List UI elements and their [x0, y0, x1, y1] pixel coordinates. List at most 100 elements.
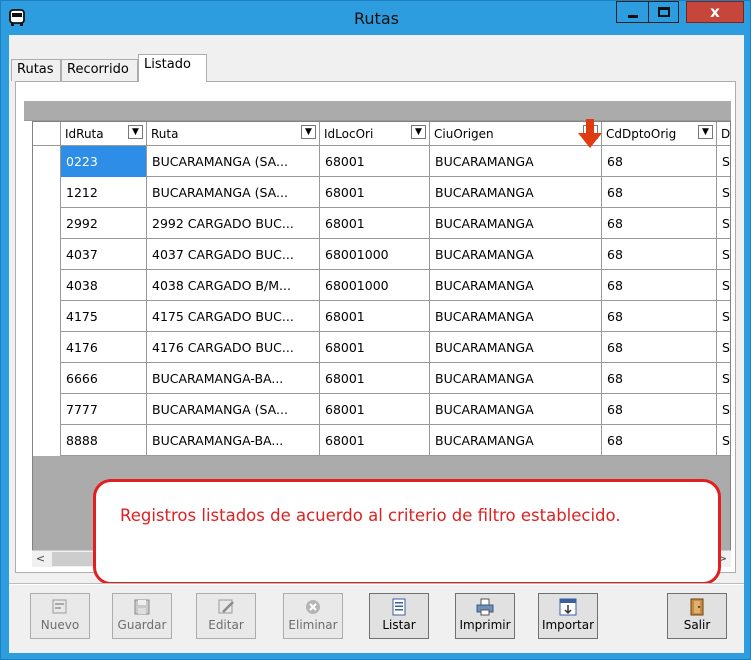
minimize-button[interactable]: [616, 1, 648, 23]
cell-dp[interactable]: SAI: [717, 208, 730, 239]
row-header[interactable]: [33, 332, 61, 363]
cell-ruta[interactable]: BUCARAMANGA (SA...: [147, 146, 320, 177]
editar-button[interactable]: Editar: [196, 593, 256, 639]
cell-dp[interactable]: SAI: [717, 270, 730, 301]
cell-idlocori[interactable]: 68001: [320, 332, 430, 363]
cell-idlocori[interactable]: 68001: [320, 425, 430, 456]
cell-idruta[interactable]: 6666: [61, 363, 147, 394]
tab-listado[interactable]: Listado: [138, 54, 207, 82]
table-row[interactable]: 4037 4037 CARGADO BUC... 68001000 BUCARAMAN…: [33, 239, 730, 270]
cell-dp[interactable]: SAI: [717, 425, 730, 456]
listar-button[interactable]: Listar: [369, 593, 429, 639]
cell-cddptoorig[interactable]: 68: [602, 177, 717, 208]
cell-idlocori[interactable]: 68001: [320, 177, 430, 208]
cell-dp[interactable]: SAI: [717, 146, 730, 177]
row-header[interactable]: [33, 425, 61, 456]
salir-button[interactable]: Salir: [667, 593, 727, 639]
cell-ciuorigen[interactable]: BUCARAMANGA: [430, 239, 602, 270]
table-row[interactable]: 1212 BUCARAMANGA (SA... 68001 BUCARAMANGA 68…: [33, 177, 730, 208]
nuevo-button[interactable]: Nuevo: [30, 593, 90, 639]
chevron-down-icon[interactable]: ▼: [128, 125, 143, 139]
cell-ciuorigen[interactable]: BUCARAMANGA: [430, 177, 602, 208]
cell-idruta[interactable]: 0223: [61, 146, 147, 177]
cell-idruta[interactable]: 4038: [61, 270, 147, 301]
tab-recorrido[interactable]: Recorrido: [61, 59, 138, 81]
maximize-button[interactable]: [648, 1, 679, 23]
column-header-ruta[interactable]: Ruta ▼: [147, 122, 320, 146]
cell-ciuorigen[interactable]: BUCARAMANGA: [430, 425, 602, 456]
cell-idruta[interactable]: 7777: [61, 394, 147, 425]
cell-ruta[interactable]: 4037 CARGADO BUC...: [147, 239, 320, 270]
table-row[interactable]: 6666 BUCARAMANGA-BA... 68001 BUCARAMANGA 68 S…: [33, 363, 730, 394]
cell-dp[interactable]: SAI: [717, 301, 730, 332]
cell-idruta[interactable]: 4176: [61, 332, 147, 363]
cell-ciuorigen[interactable]: BUCARAMANGA: [430, 332, 602, 363]
cell-cddptoorig[interactable]: 68: [602, 394, 717, 425]
cell-ruta[interactable]: BUCARAMANGA (SA...: [147, 177, 320, 208]
cell-ciuorigen[interactable]: BUCARAMANGA: [430, 208, 602, 239]
cell-idruta[interactable]: 4037: [61, 239, 147, 270]
cell-dp[interactable]: SAI: [717, 363, 730, 394]
table-row[interactable]: 4176 4176 CARGADO BUC... 68001 BUCARAMANGA 6…: [33, 332, 730, 363]
row-header[interactable]: [33, 363, 61, 394]
eliminar-button[interactable]: Eliminar: [283, 593, 343, 639]
cell-ruta[interactable]: BUCARAMANGA-BA...: [147, 363, 320, 394]
chevron-down-icon[interactable]: ▼: [698, 125, 713, 139]
chevron-down-icon[interactable]: ▼: [411, 125, 426, 139]
cell-cddptoorig[interactable]: 68: [602, 332, 717, 363]
table-row[interactable]: 0223 BUCARAMANGA (SA... 68001 BUCARAMANGA 68…: [33, 146, 730, 177]
cell-ruta[interactable]: 4175 CARGADO BUC...: [147, 301, 320, 332]
cell-dp[interactable]: SAI: [717, 332, 730, 363]
cell-ruta[interactable]: BUCARAMANGA-BA...: [147, 425, 320, 456]
cell-ruta[interactable]: 4176 CARGADO BUC...: [147, 332, 320, 363]
cell-idruta[interactable]: 8888: [61, 425, 147, 456]
cell-cddptoorig[interactable]: 68: [602, 363, 717, 394]
cell-ruta[interactable]: BUCARAMANGA (SA...: [147, 394, 320, 425]
cell-idlocori[interactable]: 68001000: [320, 239, 430, 270]
tab-rutas[interactable]: Rutas: [11, 59, 61, 81]
column-header-idlocori[interactable]: IdLocOri ▼: [320, 122, 430, 146]
cell-ruta[interactable]: 2992 CARGADO BUC...: [147, 208, 320, 239]
table-row[interactable]: 7777 BUCARAMANGA (SA... 68001 BUCARAMANGA 68…: [33, 394, 730, 425]
cell-idlocori[interactable]: 68001: [320, 363, 430, 394]
row-header[interactable]: [33, 146, 61, 177]
row-header[interactable]: [33, 394, 61, 425]
cell-cddptoorig[interactable]: 68: [602, 239, 717, 270]
cell-dp[interactable]: SAI: [717, 394, 730, 425]
cell-cddptoorig[interactable]: 68: [602, 146, 717, 177]
cell-cddptoorig[interactable]: 68: [602, 270, 717, 301]
title-bar[interactable]: Rutas x: [1, 1, 751, 35]
cell-dp[interactable]: SAI: [717, 177, 730, 208]
row-header[interactable]: [33, 270, 61, 301]
column-header-cddptoorig[interactable]: CdDptoOrig ▼: [602, 122, 717, 146]
scroll-left-icon[interactable]: <: [32, 551, 49, 568]
cell-ciuorigen[interactable]: BUCARAMANGA: [430, 394, 602, 425]
cell-idruta[interactable]: 1212: [61, 177, 147, 208]
chevron-down-icon[interactable]: ▼: [301, 125, 316, 139]
table-row[interactable]: 8888 BUCARAMANGA-BA... 68001 BUCARAMANGA 68 S…: [33, 425, 730, 456]
cell-idlocori[interactable]: 68001: [320, 146, 430, 177]
cell-cddptoorig[interactable]: 68: [602, 425, 717, 456]
cell-ciuorigen[interactable]: BUCARAMANGA: [430, 146, 602, 177]
cell-cddptoorig[interactable]: 68: [602, 301, 717, 332]
column-header-dp[interactable]: Dp: [717, 122, 730, 146]
cell-ciuorigen[interactable]: BUCARAMANGA: [430, 301, 602, 332]
table-row[interactable]: 4038 4038 CARGADO B/M... 68001000 BUCARAMAN…: [33, 270, 730, 301]
cell-ciuorigen[interactable]: BUCARAMANGA: [430, 270, 602, 301]
cell-cddptoorig[interactable]: 68: [602, 208, 717, 239]
cell-idlocori[interactable]: 68001: [320, 208, 430, 239]
cell-idlocori[interactable]: 68001: [320, 301, 430, 332]
imprimir-button[interactable]: Imprimir: [455, 593, 515, 639]
cell-idlocori[interactable]: 68001000: [320, 270, 430, 301]
table-row[interactable]: 4175 4175 CARGADO BUC... 68001 BUCARAMANGA 6…: [33, 301, 730, 332]
row-header[interactable]: [33, 208, 61, 239]
column-header-idruta[interactable]: IdRuta ▼: [61, 122, 147, 146]
cell-ruta[interactable]: 4038 CARGADO B/M...: [147, 270, 320, 301]
cell-ciuorigen[interactable]: BUCARAMANGA: [430, 363, 602, 394]
guardar-button[interactable]: Guardar: [112, 593, 172, 639]
row-header[interactable]: [33, 239, 61, 270]
cell-idruta[interactable]: 2992: [61, 208, 147, 239]
close-button[interactable]: x: [686, 1, 744, 23]
cell-idruta[interactable]: 4175: [61, 301, 147, 332]
table-row[interactable]: 2992 2992 CARGADO BUC... 68001 BUCARAMANGA 6…: [33, 208, 730, 239]
